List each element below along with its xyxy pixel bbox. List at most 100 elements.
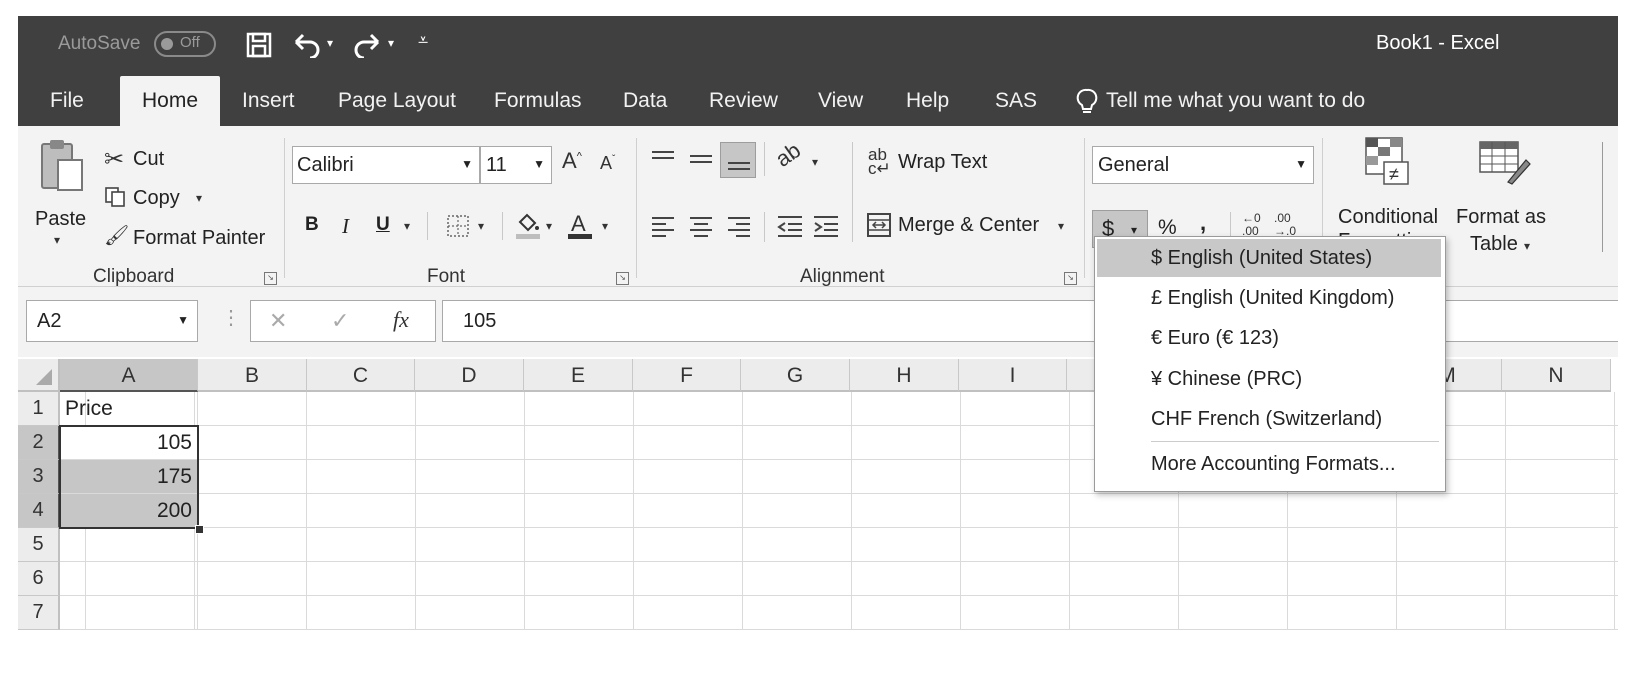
tab-help[interactable]: Help [906,76,949,126]
fill-handle[interactable] [195,525,204,534]
middle-align-icon[interactable] [688,148,714,170]
column-header-e[interactable]: E [524,359,633,392]
save-icon[interactable] [246,32,272,58]
tab-formulas[interactable]: Formulas [494,76,582,126]
name-box-dropdown-icon[interactable]: ▼ [177,313,189,327]
underline-button[interactable]: U [376,214,390,236]
format-as-table-dropdown-icon[interactable]: ▾ [1524,240,1530,252]
insert-function-icon[interactable]: fx [393,307,409,333]
italic-button[interactable]: I [342,214,349,239]
copy-button[interactable]: Copy [133,187,180,210]
customize-qat-icon[interactable]: ⩡ [418,30,428,51]
underline-dropdown-icon[interactable]: ▾ [404,220,410,232]
undo-icon[interactable] [290,30,324,58]
wrap-text-button[interactable]: Wrap Text [898,151,987,174]
copy-dropdown-icon[interactable]: ▾ [196,192,202,204]
scissors-icon[interactable]: ✂ [104,148,124,172]
row-header-3[interactable]: 3 [18,460,60,494]
column-header-n[interactable]: N [1502,359,1611,392]
bottom-align-button[interactable] [720,142,756,178]
row-header-4[interactable]: 4 [18,494,60,528]
number-format-box[interactable]: General ▼ [1092,146,1314,184]
borders-dropdown-icon[interactable]: ▾ [478,220,484,232]
alignment-launcher-icon[interactable]: ↘ [1064,272,1077,285]
row-header-7[interactable]: 7 [18,596,60,630]
column-header-d[interactable]: D [415,359,524,392]
font-name-dropdown-icon[interactable]: ▼ [461,157,473,171]
conditional-formatting-label[interactable]: Conditional [1338,206,1438,229]
tab-review[interactable]: Review [709,76,778,126]
format-as-table-icon[interactable] [1478,136,1532,188]
column-header-b[interactable]: B [198,359,307,392]
conditional-formatting-icon[interactable]: ≠ [1362,136,1414,188]
align-center-icon[interactable] [688,214,714,238]
top-align-icon[interactable] [650,148,676,170]
column-header-h[interactable]: H [850,359,959,392]
format-as-table-label-2[interactable]: Table [1470,233,1518,256]
decrease-decimal-icon[interactable]: .00 →.0 [1274,212,1296,238]
font-launcher-icon[interactable]: ↘ [616,272,629,285]
column-header-g[interactable]: G [741,359,850,392]
fill-color-icon[interactable] [514,210,542,240]
menu-item-usd[interactable]: $ English (United States) [1097,239,1441,277]
font-size-box[interactable]: 11 ▼ [480,146,552,184]
comma-style-button[interactable]: , [1200,210,1206,236]
fill-color-dropdown-icon[interactable]: ▾ [546,220,552,232]
tab-page-layout[interactable]: Page Layout [338,76,456,126]
redo-dropdown-icon[interactable]: ▾ [388,36,394,50]
select-all-button[interactable] [18,359,60,392]
row-header-6[interactable]: 6 [18,562,60,596]
borders-icon[interactable] [446,214,470,238]
font-size-dropdown-icon[interactable]: ▼ [533,157,545,171]
autosave-toggle[interactable]: Off [154,31,216,57]
menu-item-eur[interactable]: € Euro (€ 123) [1097,319,1441,357]
decrease-indent-icon[interactable] [776,214,804,238]
undo-dropdown-icon[interactable]: ▾ [327,36,333,50]
column-header-f[interactable]: F [633,359,741,392]
clipboard-launcher-icon[interactable]: ↘ [264,272,277,285]
column-header-c[interactable]: C [307,359,415,392]
tab-insert[interactable]: Insert [242,76,295,126]
tab-file[interactable]: File [50,76,84,126]
row-header-1[interactable]: 1 [18,392,60,426]
merge-center-button[interactable]: Merge & Center [898,214,1039,237]
tell-me-search[interactable]: Tell me what you want to do [1106,76,1365,126]
paste-icon[interactable] [38,138,86,194]
tab-sas[interactable]: SAS [995,76,1037,126]
font-color-icon[interactable]: A [566,210,594,240]
wrap-text-icon[interactable]: ab c↵ [868,146,891,177]
number-format-dropdown-icon[interactable]: ▼ [1295,157,1307,171]
font-color-dropdown-icon[interactable]: ▾ [602,220,608,232]
align-left-icon[interactable] [650,214,676,238]
accounting-dropdown-icon[interactable]: ▾ [1131,223,1137,237]
tab-data[interactable]: Data [623,76,667,126]
menu-item-chf[interactable]: CHF French (Switzerland) [1097,400,1441,438]
enter-icon[interactable]: ✓ [331,308,349,334]
format-as-table-label[interactable]: Format as [1456,206,1546,229]
copy-icon[interactable] [104,186,126,208]
cell-a1[interactable]: Price [60,392,198,426]
increase-indent-icon[interactable] [812,214,840,238]
format-painter-button[interactable]: Format Painter [133,227,265,250]
merge-center-icon[interactable] [866,212,892,238]
column-header-a[interactable]: A [60,359,198,392]
row-header-2[interactable]: 2 [18,426,60,460]
cut-button[interactable]: Cut [133,148,164,171]
paste-dropdown-icon[interactable]: ▾ [54,234,60,246]
increase-font-size-icon[interactable]: A^ [562,150,582,172]
font-name-box[interactable]: Calibri ▼ [292,146,480,184]
align-right-icon[interactable] [726,214,752,238]
redo-icon[interactable] [350,30,384,58]
paste-label[interactable]: Paste [35,208,86,231]
tab-view[interactable]: View [818,76,863,126]
orientation-dropdown-icon[interactable]: ▾ [812,156,818,168]
row-header-5[interactable]: 5 [18,528,60,562]
decrease-font-size-icon[interactable]: Aˇ [600,154,615,172]
format-painter-icon[interactable]: 🖌 [104,226,129,246]
menu-item-more-accounting-formats[interactable]: More Accounting Formats... [1097,445,1441,483]
merge-center-dropdown-icon[interactable]: ▾ [1058,220,1064,232]
menu-item-gbp[interactable]: £ English (United Kingdom) [1097,279,1441,317]
tab-home[interactable]: Home [120,76,221,126]
column-header-i[interactable]: I [959,359,1067,392]
cancel-icon[interactable]: ✕ [269,308,287,334]
